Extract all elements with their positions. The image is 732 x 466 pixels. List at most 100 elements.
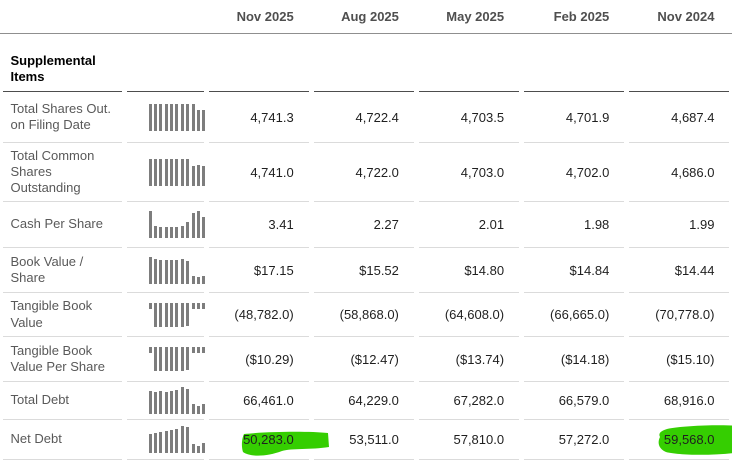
row-label-cell: Total Debt (2, 381, 122, 419)
value-cell: 4,703.0 (418, 142, 520, 201)
sparkline-bar (197, 276, 201, 284)
sparkline-bar (148, 302, 152, 309)
sparkline-chart (148, 158, 206, 186)
sparkline-bar (170, 227, 174, 238)
row-label: Book Value / Share (10, 253, 84, 285)
value-cell: 67,282.0 (418, 381, 520, 419)
value-cell: 4,741.3 (209, 92, 309, 142)
column-headers: Nov 2025 Aug 2025 May 2025 Feb 2025 Nov 2024 (0, 0, 732, 33)
sparkline-bar (153, 347, 157, 371)
sparkline-bar (164, 302, 168, 327)
sparkline-bar (159, 227, 163, 238)
sparkline-bar (202, 165, 206, 186)
cell-value: 4,702.0 (565, 164, 610, 180)
row-label-cell: Tangible Book Value Per Share (2, 336, 122, 381)
cell-value: 53,511.0 (349, 432, 399, 447)
cell-value: $14.44 (674, 262, 715, 278)
sparkline-bar (153, 226, 157, 238)
sparkline-bar (148, 391, 152, 414)
sparkline-bar (202, 302, 206, 309)
cell-value: 4,722.4 (355, 109, 399, 125)
sparkline-bar (197, 109, 201, 131)
sparkline-cell (126, 292, 206, 336)
sparkline-bar (197, 302, 201, 309)
table-row: Cash Per Share 3.41 2.27 2.01 1.98 1.99 (0, 201, 732, 247)
cell-value: 4,701.9 (565, 109, 610, 125)
sparkline-chart (148, 347, 206, 371)
cell-value: 57,810.0 (453, 432, 505, 447)
sparkline-bar (153, 258, 157, 284)
cell-value: 59,568.0 (663, 432, 715, 447)
value-cell: 50,283.0 (208, 419, 330, 460)
sparkline-bar (180, 103, 184, 131)
sparkline-cell (126, 142, 206, 201)
cell-value: 4,741.3 (250, 109, 294, 125)
sparkline-bar (197, 446, 201, 453)
sparkline-bar (186, 302, 190, 326)
column-header: Nov 2024 (629, 0, 729, 33)
column-header: Nov 2025 (209, 0, 309, 33)
sparkline-bar (153, 158, 157, 186)
sparkline-bar (180, 226, 184, 238)
cell-value: (66,665.0) (550, 307, 610, 322)
cell-value: 64,229.0 (348, 393, 399, 408)
sparkline-chart (148, 256, 206, 284)
sparkline-bar (159, 103, 163, 131)
cell-value: 4,741.0 (250, 164, 294, 180)
sparkline-bar (153, 302, 157, 327)
value-cell: (66,665.0) (524, 292, 625, 336)
value-cell: 4,722.4 (314, 92, 414, 142)
sparkline-bar (153, 392, 157, 414)
row-label: Tangible Book Value Per Share (10, 342, 105, 374)
section-header-row: Supplemental Items (0, 34, 732, 92)
cell-value: ($14.18) (560, 351, 610, 367)
sparkline-bar (175, 429, 179, 453)
sparkline-bar (164, 259, 168, 284)
label-column-spacer (3, 0, 122, 33)
sparkline-bar (148, 434, 152, 453)
cell-value: 1.98 (583, 217, 610, 232)
sparkline-bar (186, 103, 190, 131)
value-cell: 59,568.0 (629, 419, 732, 460)
table-row: Book Value / Share $17.15 $15.52 $14.80 $14.… (0, 247, 732, 292)
row-label: Net Debt (10, 431, 62, 447)
value-cell: 68,916.0 (629, 381, 730, 419)
sparkline-bar (197, 347, 201, 353)
sparkline-bar (180, 387, 184, 414)
column-header-label: Nov 2024 (657, 9, 715, 24)
sparkline-bar (191, 213, 195, 238)
cell-value: (64,608.0) (444, 307, 505, 322)
cell-value: 2.27 (373, 217, 399, 232)
sparkline-cell (126, 336, 206, 381)
value-cell: 66,579.0 (524, 381, 625, 419)
sparkline-bar (175, 158, 179, 186)
sparkline-bar (180, 347, 184, 371)
value-cell: 1.98 (524, 201, 625, 247)
highlighted-value: 59,568.0 (658, 425, 732, 455)
sparkline-bar (202, 443, 206, 453)
sparkline-bar (191, 347, 195, 353)
cell-value: 1.99 (689, 217, 715, 232)
sparkline-bar (164, 392, 168, 414)
sparkline-bar (164, 227, 168, 238)
cell-value: (58,868.0) (339, 307, 399, 322)
cell-value: $15.52 (359, 262, 399, 278)
sparkline-bar (175, 390, 179, 414)
sparkline-bar (170, 259, 174, 284)
sparkline-bar (180, 258, 184, 284)
table-row: Total Common Shares Outstanding 4,741.0 4,… (0, 142, 732, 201)
value-cell: 57,810.0 (418, 419, 520, 460)
sparkline-bar (191, 404, 195, 414)
sparkline-bar (175, 259, 179, 284)
sparkline-bar (197, 164, 201, 186)
sparkline-bar (159, 302, 163, 327)
value-cell: 4,686.0 (629, 142, 730, 201)
sparkline-bar (153, 103, 157, 131)
cell-value: 4,722.0 (355, 164, 399, 180)
sparkline-bar (191, 444, 195, 453)
sparkline-bar (202, 217, 206, 238)
column-header-label: Nov 2025 (236, 9, 294, 24)
section-title: Supplemental Items (10, 52, 96, 84)
section-title-cell: Supplemental Items (2, 34, 122, 92)
table-row: Total Debt 66,461.0 64,229.0 67,282.0 66,579… (0, 381, 732, 419)
